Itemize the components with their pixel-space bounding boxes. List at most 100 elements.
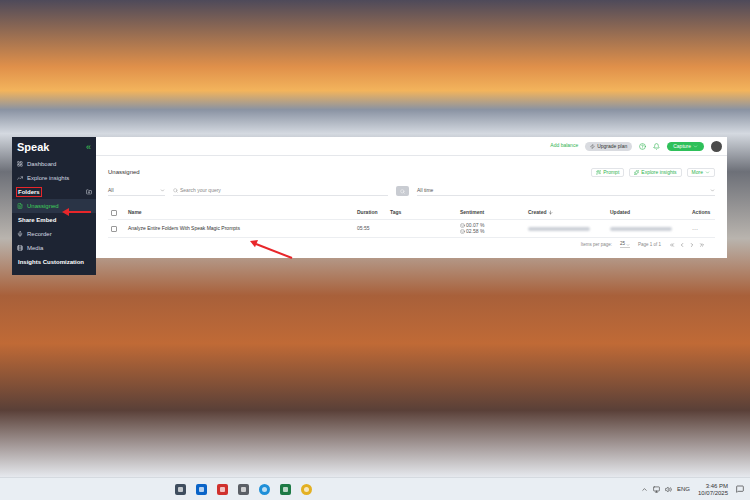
arrow-icon [250, 240, 292, 258]
column-header[interactable]: Name [128, 210, 357, 215]
volume-icon[interactable] [665, 486, 672, 493]
column-label: Sentiment [460, 210, 484, 215]
duration: 05:55 [357, 226, 390, 231]
chevron-down-icon [710, 188, 715, 193]
capture-button[interactable]: Capture [667, 142, 704, 151]
updated-blurred [610, 227, 672, 231]
sidebar-item[interactable]: Media [12, 241, 96, 255]
search-input[interactable]: Search your query [173, 186, 388, 196]
smile-icon [460, 223, 465, 228]
excel-icon[interactable] [280, 484, 291, 495]
upgrade-plan-button[interactable]: Upgrade plan [585, 142, 632, 151]
column-header[interactable]: Updated [610, 210, 692, 215]
section-label: Folders [16, 187, 42, 197]
sentiment-cell: 00.07 %02.58 % [460, 223, 528, 234]
column-header[interactable]: Tags [390, 210, 460, 215]
folder-plus-icon[interactable] [86, 189, 92, 195]
settings-icon[interactable] [238, 484, 249, 495]
column-label: Created [528, 210, 547, 215]
section-label: Insights Customization [16, 257, 86, 267]
first-page-icon[interactable] [669, 242, 675, 248]
pdf-icon[interactable] [217, 484, 228, 495]
created-blurred [528, 227, 590, 231]
search-icon [400, 189, 405, 194]
page-action-button[interactable]: Prompt [591, 168, 624, 177]
select-all-checkbox[interactable] [111, 210, 117, 216]
sidebar-item-label: Unassigned [27, 203, 59, 209]
logo[interactable]: Speak [17, 142, 49, 153]
outlook-icon[interactable] [196, 484, 207, 495]
sidebar-item-label: Recorder [27, 231, 52, 237]
sentiment-text: 00.07 % [466, 223, 484, 228]
avatar[interactable] [711, 141, 722, 152]
type-select[interactable]: All [108, 186, 165, 196]
sentiment-value: 02.58 % [460, 229, 528, 234]
table-row[interactable]: Analyze Entire Folders With Speak Magic … [108, 220, 715, 238]
column-label: Duration [357, 210, 378, 215]
sparkles-icon [634, 170, 639, 175]
page-action-label: More [692, 170, 703, 175]
time: 3:46 PM [706, 483, 728, 489]
taskbar: ENG 3:46 PM10/07/2025 [0, 477, 750, 500]
row-actions[interactable]: ··· [692, 226, 715, 232]
search-button[interactable] [396, 186, 409, 196]
time-select[interactable]: All time [417, 186, 715, 196]
file-name[interactable]: Analyze Entire Folders With Speak Magic … [128, 226, 357, 231]
network-icon[interactable] [653, 486, 660, 493]
app-glyph-icon [262, 487, 267, 492]
sidebar-item[interactable]: Explore insights [12, 171, 96, 185]
sidebar-header: Speak « [12, 137, 96, 157]
wand-icon [596, 170, 601, 175]
sidebar-item[interactable]: Unassigned [12, 199, 96, 213]
per-page-value: 25 [620, 242, 625, 247]
row-checkbox[interactable] [111, 226, 117, 232]
calculator-icon[interactable] [175, 484, 186, 495]
prev-page-icon[interactable] [679, 242, 685, 248]
add-balance-link[interactable]: Add balance [550, 142, 578, 150]
top-bar: Add balance Upgrade plan Capture [96, 137, 727, 156]
table-header: Name Duration Tags Sentiment Created UpdatedA… [108, 206, 715, 220]
chevron-up-icon[interactable] [641, 486, 648, 493]
app-glyph-icon [199, 487, 204, 492]
sidebar-item[interactable]: Dashboard [12, 157, 96, 171]
column-header[interactable]: Sentiment [460, 210, 528, 215]
app-glyph-icon [178, 487, 183, 492]
last-page-icon[interactable] [699, 242, 705, 248]
capture-label: Capture [673, 144, 691, 149]
chevron-down-icon [626, 243, 630, 247]
language-indicator[interactable]: ENG [677, 486, 690, 492]
column-label: Tags [390, 210, 401, 215]
smile-icon [460, 229, 465, 234]
bell-icon[interactable] [653, 143, 660, 150]
column-header[interactable]: Actions [692, 210, 715, 215]
column-label: Actions [692, 210, 710, 215]
main-panel: Add balance Upgrade plan Capture Unassigned… [96, 137, 727, 258]
dashboard-icon [17, 161, 23, 167]
page-actions: Prompt Explore insights More [591, 168, 715, 177]
page-action-button[interactable]: More [687, 168, 715, 177]
sidebar-item-label: Explore insights [27, 175, 69, 181]
next-page-icon[interactable] [689, 242, 695, 248]
sidebar-section[interactable]: Folders [12, 185, 96, 199]
column-label: Name [128, 210, 142, 215]
app-glyph-icon [304, 487, 309, 492]
page-nav [669, 242, 705, 248]
help-icon[interactable] [639, 143, 646, 150]
sidebar-item-label: Dashboard [27, 161, 56, 167]
column-header[interactable]: Duration [357, 210, 390, 215]
collapse-button[interactable]: « [86, 143, 91, 152]
notifications-icon[interactable] [736, 485, 744, 493]
per-page-select[interactable]: 25 [620, 242, 630, 248]
clock[interactable]: 3:46 PM10/07/2025 [695, 483, 731, 496]
chrome-icon[interactable] [301, 484, 312, 495]
sidebar-item[interactable]: Recorder [12, 227, 96, 241]
column-header[interactable]: Created [528, 210, 610, 215]
page-title: Unassigned [108, 169, 140, 175]
pagination: Items per page:25Page 1 of 1 [108, 238, 715, 252]
content: Unassigned Prompt Explore insights More All S… [96, 156, 727, 258]
search-icon [173, 188, 178, 193]
edge-icon[interactable] [259, 484, 270, 495]
page-action-button[interactable]: Explore insights [629, 168, 681, 177]
search-placeholder: Search your query [180, 188, 221, 193]
bolt-icon [590, 144, 595, 149]
